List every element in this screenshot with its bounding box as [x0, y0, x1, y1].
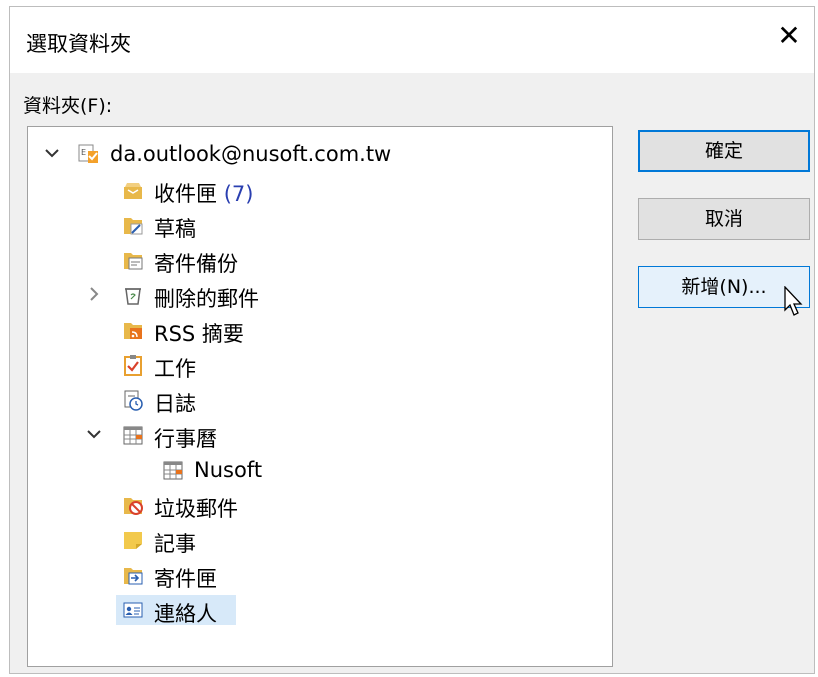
- tree-item-label: 草稿: [154, 217, 196, 241]
- close-button[interactable]: ✕: [774, 21, 804, 51]
- unread-count: (7): [223, 182, 254, 206]
- tree-item-nusoft-calendar[interactable]: Nusoft: [28, 453, 612, 487]
- mouse-cursor-icon: [784, 286, 803, 316]
- tasks-icon: [124, 355, 142, 376]
- account-label: da.outlook@nusoft.com.tw: [110, 142, 392, 166]
- calendar-icon: [163, 461, 183, 480]
- title-bar: 選取資料夾 ✕: [10, 7, 814, 73]
- tree-item-contacts[interactable]: 連絡人: [28, 593, 612, 627]
- chevron-right-icon[interactable]: [86, 286, 102, 302]
- tree-item-label: 記事: [154, 532, 196, 556]
- folder-tree[interactable]: E da.outlook@nusoft.com.tw 收件匣 (7) 草稿 寄件…: [27, 126, 613, 667]
- chevron-down-icon[interactable]: [44, 145, 60, 161]
- tree-item-junk[interactable]: 垃圾郵件: [28, 488, 612, 522]
- deleted-items-icon: [125, 288, 141, 305]
- select-folder-dialog: 選取資料夾 ✕ 資料夾(F): E da.outlook@nusoft.com.…: [9, 6, 815, 674]
- chevron-down-icon[interactable]: [86, 426, 102, 442]
- tree-item-deleted[interactable]: 刪除的郵件: [28, 278, 612, 312]
- inbox-icon: [124, 183, 142, 199]
- tree-item-label: 日誌: [154, 392, 196, 416]
- tree-item-outbox[interactable]: 寄件匣: [28, 558, 612, 592]
- dialog-title: 選取資料夾: [26, 32, 131, 56]
- sent-items-icon: [124, 253, 143, 270]
- tree-item-sent[interactable]: 寄件備份: [28, 243, 612, 277]
- tree-item-rss[interactable]: RSS 摘要: [28, 313, 612, 347]
- junk-icon: [124, 498, 143, 515]
- tree-item-inbox[interactable]: 收件匣 (7): [28, 173, 612, 207]
- tree-item-label: Nusoft: [194, 458, 263, 482]
- tree-item-account[interactable]: E da.outlook@nusoft.com.tw: [28, 137, 612, 171]
- tree-item-label: 工作: [154, 357, 196, 381]
- tree-item-label: 行事曆: [154, 427, 217, 451]
- tree-item-label: 刪除的郵件: [154, 287, 259, 311]
- outbox-icon: [124, 568, 143, 585]
- notes-icon: [124, 532, 142, 549]
- tree-item-calendar[interactable]: 行事曆: [28, 418, 612, 452]
- tree-item-label: 寄件匣: [154, 567, 217, 591]
- tree-item-label: 寄件備份: [154, 252, 238, 276]
- tree-item-label: RSS 摘要: [154, 322, 244, 346]
- folder-label: 資料夾(F):: [23, 95, 113, 117]
- tree-item-journal[interactable]: 日誌: [28, 383, 612, 417]
- tree-item-label: 連絡人: [154, 602, 217, 626]
- tree-item-tasks[interactable]: 工作: [28, 348, 612, 382]
- tree-item-notes[interactable]: 記事: [28, 523, 612, 557]
- svg-text:E: E: [81, 148, 86, 157]
- mailbox-icon: E: [78, 144, 98, 163]
- tree-item-label: 垃圾郵件: [154, 497, 238, 521]
- calendar-icon: [123, 426, 143, 445]
- ok-button[interactable]: 確定: [638, 130, 810, 172]
- cancel-button[interactable]: 取消: [638, 198, 810, 240]
- contacts-icon: [123, 602, 143, 618]
- tree-item-label: 收件匣: [154, 182, 217, 206]
- tree-item-drafts[interactable]: 草稿: [28, 208, 612, 242]
- rss-icon: [124, 323, 142, 339]
- journal-icon: [124, 390, 143, 411]
- drafts-icon: [124, 218, 143, 235]
